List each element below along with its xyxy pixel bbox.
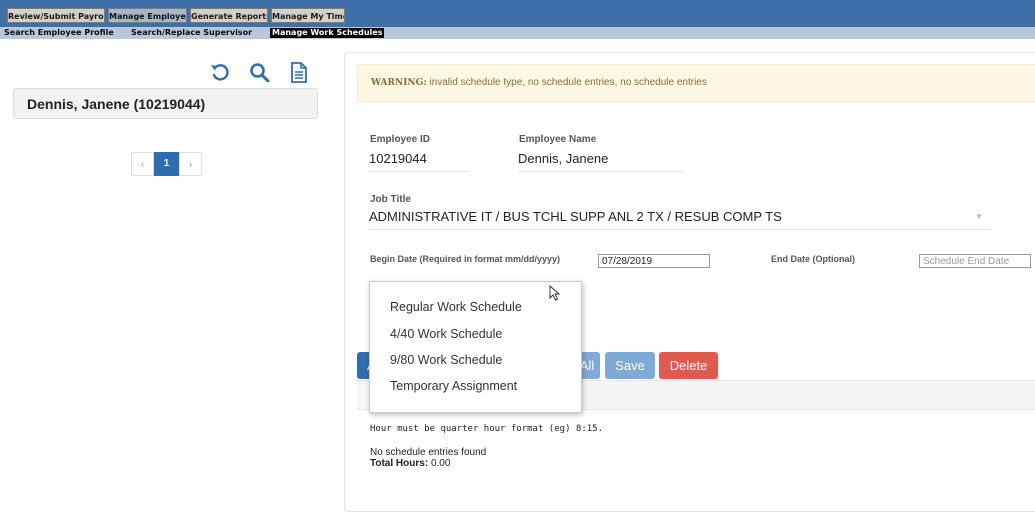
top-navigation-bar: Review/Submit Payroll Manage Employee Ge… [0,0,1035,27]
end-date-label: End Date (Optional) [771,254,855,264]
mouse-cursor-icon [549,284,561,306]
refresh-icon[interactable] [209,62,231,82]
begin-date-input[interactable] [598,254,710,268]
employee-id-label: Employee ID [370,134,431,145]
subtab-search-employee-profile[interactable]: Search Employee Profile [4,28,114,38]
pagination: ‹ 1 › [131,152,202,176]
option-9-80-work-schedule[interactable]: 9/80 Work Schedule [390,353,502,367]
subtab-search-replace-supervisor[interactable]: Search/Replace Supervisor [131,28,252,38]
employee-id-value: 10219044 [369,149,469,172]
pagination-prev[interactable]: ‹ [131,152,154,176]
tab-generate-reports[interactable]: Generate Reports [190,8,268,23]
job-title-select[interactable]: ADMINISTRATIVE IT / BUS TCHL SUPP ANL 2 … [369,207,991,230]
tab-manage-employee[interactable]: Manage Employee [108,8,187,23]
employee-card-name: Dennis, Janene (10219044) [27,96,206,112]
employee-name-label: Employee Name [519,134,597,145]
tab-review-submit-payroll[interactable]: Review/Submit Payroll [7,8,105,23]
chevron-down-icon: ▼ [975,212,983,221]
warning-label: WARNING: [371,78,427,88]
job-title-label: Job Title [370,194,411,205]
search-icon[interactable] [249,62,271,83]
option-4-40-work-schedule[interactable]: 4/40 Work Schedule [390,327,502,341]
tab-manage-my-time[interactable]: Manage My Time [271,8,345,23]
pagination-page-1[interactable]: 1 [154,152,179,176]
sub-navigation-bar: Search Employee Profile Search/Replace S… [0,27,1035,39]
hour-format-hint: Hour must be quarter hour format (eg) 8:… [370,424,603,434]
subtab-manage-work-schedules[interactable]: Manage Work Schedules [270,28,385,38]
total-hours-value: 0.00 [430,458,451,469]
warning-text: invalid schedule type, no schedule entri… [429,77,707,88]
total-hours-label: Total Hours: [370,458,429,469]
begin-date-label: Begin Date (Required in format mm/dd/yyy… [370,254,561,264]
employee-name-value: Dennis, Janene [518,149,684,172]
total-hours: Total Hours: 0.00 [370,458,450,469]
job-title-value: ADMINISTRATIVE IT / BUS TCHL SUPP ANL 2 … [369,209,782,224]
warning-alert: WARNING: invalid schedule type, no sched… [357,64,1035,102]
save-button[interactable]: Save [605,352,655,379]
delete-button[interactable]: Delete [659,352,718,379]
document-icon[interactable] [290,62,308,83]
pagination-next[interactable]: › [179,152,202,176]
employee-card[interactable]: Dennis, Janene (10219044) [13,88,318,119]
option-regular-work-schedule[interactable]: Regular Work Schedule [390,300,522,314]
end-date-input[interactable] [919,254,1031,268]
option-temporary-assignment[interactable]: Temporary Assignment [390,379,517,393]
empty-message: No schedule entries found [370,447,487,458]
